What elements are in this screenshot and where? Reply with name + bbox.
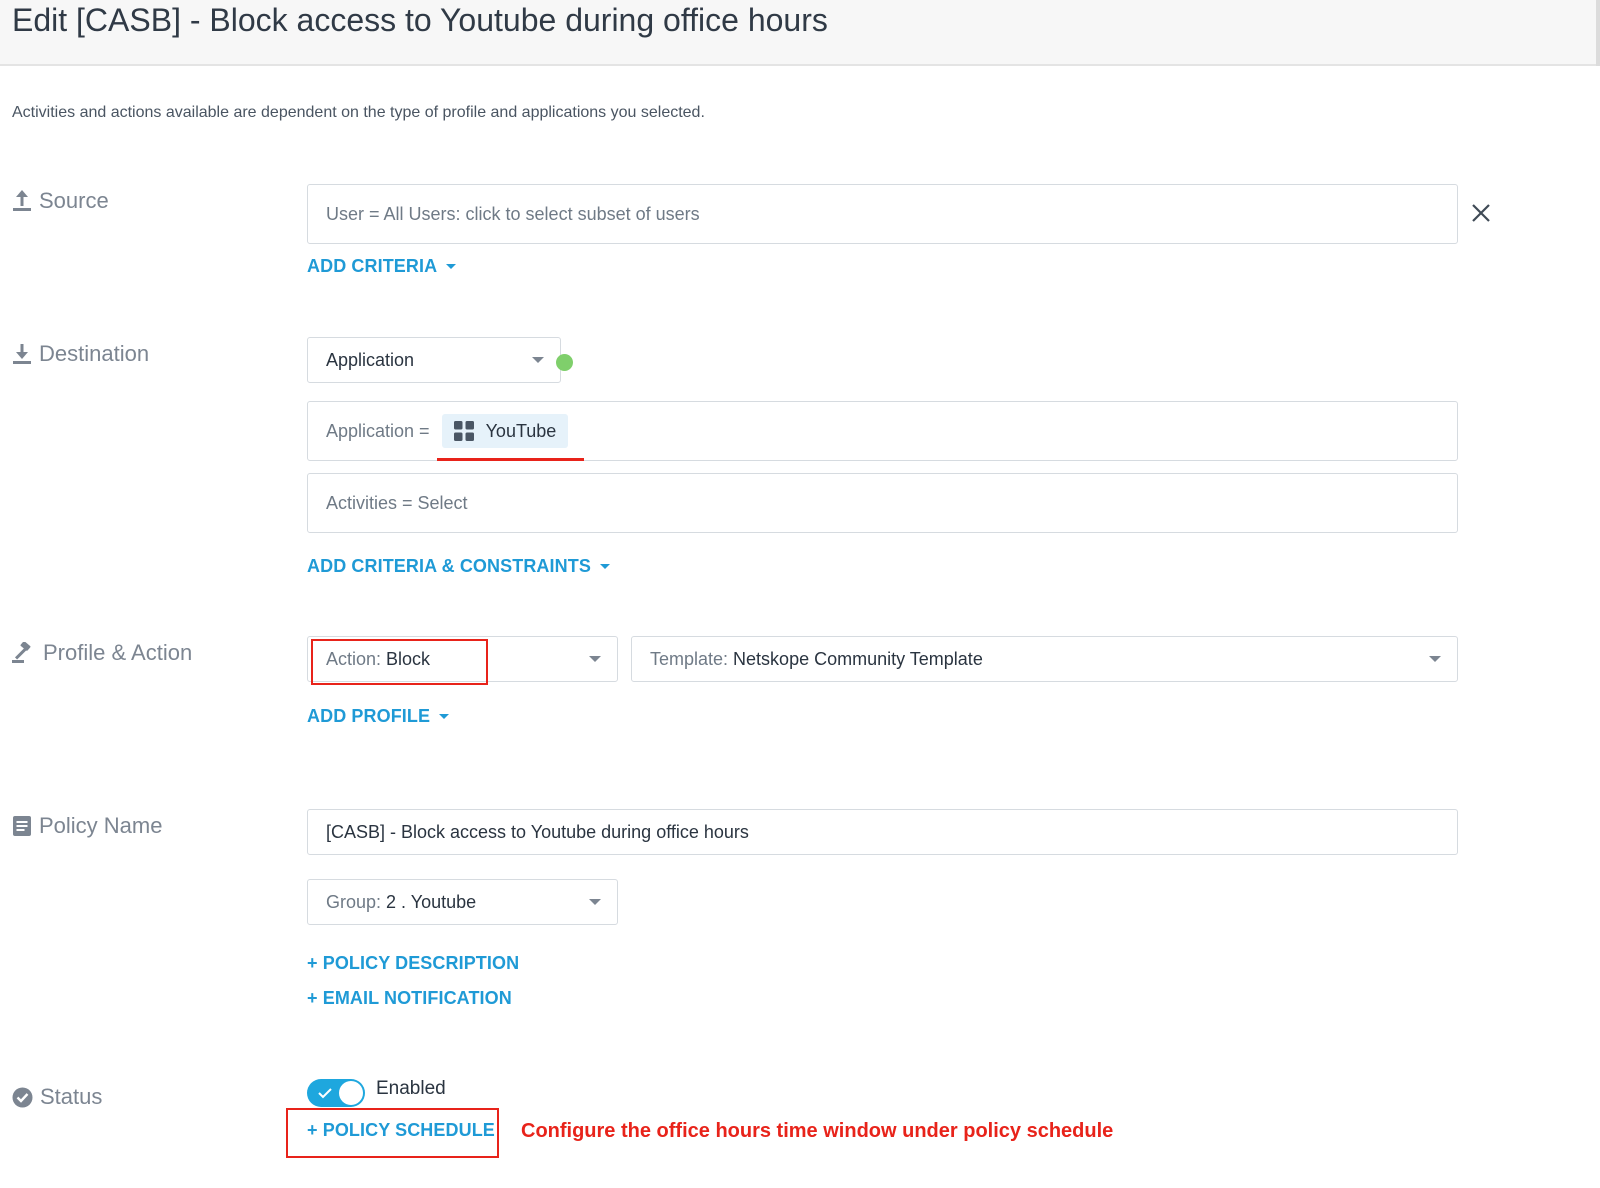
destination-application-field[interactable]: Application = YouTube — [307, 401, 1458, 461]
section-profile-action-label: Profile & Action — [43, 640, 193, 665]
application-prefix: Application = — [326, 420, 430, 441]
toggle-knob — [339, 1081, 363, 1105]
section-policy-name-label: Policy Name — [39, 813, 163, 838]
section-destination: Destination — [12, 341, 149, 367]
highlight-box-schedule — [286, 1108, 499, 1158]
annotation-note: Configure the office hours time window u… — [521, 1120, 1114, 1142]
chevron-down-icon — [589, 899, 601, 905]
close-icon[interactable] — [1470, 202, 1492, 224]
source-user-field[interactable]: User = All Users: click to select subset… — [307, 184, 1458, 244]
application-chip-label: YouTube — [485, 420, 557, 441]
check-circle-icon — [12, 1087, 33, 1107]
destination-type-select[interactable]: Application — [307, 337, 561, 383]
template-value: Netskope Community Template — [733, 648, 983, 669]
destination-add-criteria-button[interactable]: ADD CRITERIA & CONSTRAINTS — [307, 556, 610, 577]
group-select[interactable]: Group: 2 . Youtube — [307, 879, 618, 925]
section-profile-action: Profile & Action — [12, 640, 192, 666]
page-title: Edit [CASB] - Block access to Youtube du… — [12, 2, 828, 38]
upload-icon — [13, 190, 31, 211]
policy-description-link[interactable]: + POLICY DESCRIPTION — [307, 953, 519, 974]
check-icon — [318, 1088, 332, 1099]
template-prefix: Template: — [650, 648, 729, 669]
chevron-down-icon — [589, 656, 601, 662]
email-notification-link[interactable]: + EMAIL NOTIFICATION — [307, 988, 512, 1009]
status-toggle[interactable] — [307, 1079, 365, 1107]
activities-text: Activities = Select — [326, 492, 468, 513]
add-profile-button[interactable]: ADD PROFILE — [307, 706, 450, 727]
section-source-label: Source — [39, 188, 109, 213]
source-add-criteria-label: ADD CRITERIA — [307, 256, 438, 276]
status-toggle-label: Enabled — [376, 1078, 446, 1099]
chevron-down-icon — [439, 714, 450, 719]
app-grid-icon — [453, 421, 474, 441]
section-status-label: Status — [40, 1084, 103, 1109]
application-chip[interactable]: YouTube — [441, 414, 569, 448]
section-policy-name: Policy Name — [12, 813, 162, 839]
chevron-down-icon — [532, 357, 544, 363]
group-prefix: Group: — [326, 891, 382, 912]
page-header: Edit [CASB] - Block access to Youtube du… — [0, 0, 1600, 66]
add-profile-label: ADD PROFILE — [307, 706, 431, 726]
destination-activities-field[interactable]: Activities = Select — [307, 473, 1458, 533]
status-dot — [556, 354, 573, 371]
template-select[interactable]: Template: Netskope Community Template — [631, 636, 1458, 682]
chevron-down-icon — [1429, 656, 1441, 662]
source-user-text: User = All Users: click to select subset… — [326, 203, 700, 224]
document-icon — [13, 816, 31, 836]
gavel-icon — [12, 642, 31, 663]
policy-name-value: [CASB] - Block access to Youtube during … — [326, 821, 749, 842]
section-status: Status — [12, 1084, 102, 1110]
download-icon — [13, 344, 31, 364]
chevron-down-icon — [599, 564, 610, 569]
section-destination-label: Destination — [39, 341, 150, 366]
destination-add-criteria-label: ADD CRITERIA & CONSTRAINTS — [307, 556, 591, 576]
policy-name-input[interactable]: [CASB] - Block access to Youtube during … — [307, 809, 1458, 855]
highlight-underline — [437, 458, 584, 461]
page-subtitle: Activities and actions available are dep… — [12, 104, 705, 121]
scrollbar[interactable] — [1596, 0, 1600, 66]
destination-type-value: Application — [326, 349, 415, 370]
section-source: Source — [12, 188, 109, 214]
group-value: 2 . Youtube — [386, 891, 477, 912]
source-add-criteria-button[interactable]: ADD CRITERIA — [307, 256, 457, 277]
highlight-box-action — [311, 639, 488, 685]
chevron-down-icon — [446, 264, 457, 269]
